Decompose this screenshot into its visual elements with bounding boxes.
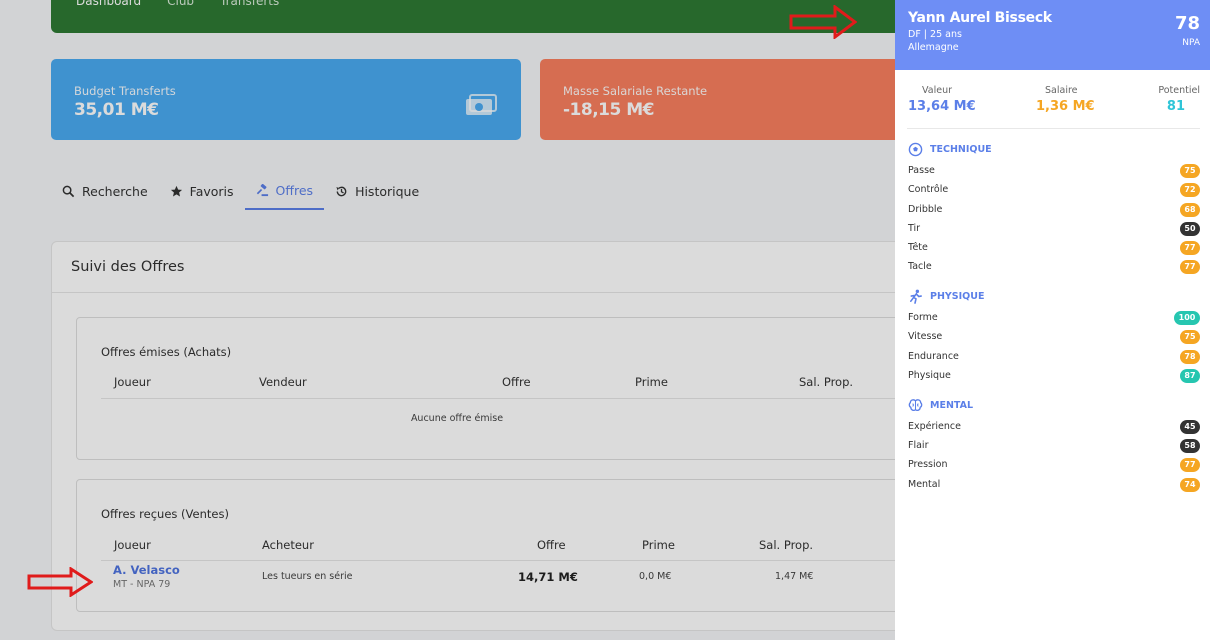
attr-vitesse: Vitesse 75 <box>908 329 1200 345</box>
section-mental: MENTAL <box>908 398 973 413</box>
attr-value: 72 <box>1180 183 1200 197</box>
attr-tete: Tête 77 <box>908 240 1200 256</box>
attr-dribble: Dribble 68 <box>908 202 1200 218</box>
npa-label: NPA <box>1182 38 1200 48</box>
valeur-label: Valeur <box>922 85 952 96</box>
potentiel-value: 81 <box>1166 99 1185 114</box>
section-title: MENTAL <box>930 400 974 411</box>
attr-value: 77 <box>1180 241 1200 255</box>
attr-passe: Passe 75 <box>908 163 1200 179</box>
attr-flair: Flair 58 <box>908 438 1200 454</box>
attr-value: 78 <box>1180 350 1200 364</box>
player-npa: 78 <box>1174 13 1200 34</box>
attr-label: Tir <box>908 223 921 234</box>
attr-label: Flair <box>908 440 929 451</box>
attr-value: 74 <box>1180 478 1200 492</box>
arrow-annotation-icon <box>27 567 93 597</box>
player-country: Allemagne <box>908 42 959 53</box>
attr-label: Contrôle <box>908 184 949 195</box>
attr-label: Dribble <box>908 204 943 215</box>
divider <box>907 128 1200 129</box>
attr-label: Physique <box>908 370 951 381</box>
section-physique: PHYSIQUE <box>908 289 984 304</box>
attr-endurance: Endurance 78 <box>908 349 1200 365</box>
salaire-label: Salaire <box>1045 85 1078 96</box>
attr-mental: Mental 74 <box>908 477 1200 493</box>
player-position-age: DF | 25 ans <box>908 29 962 40</box>
attr-value: 68 <box>1180 203 1200 217</box>
attr-forme: Forme 100 <box>908 310 1200 326</box>
attr-label: Forme <box>908 312 938 323</box>
attr-value: 77 <box>1180 458 1200 472</box>
modal-backdrop[interactable] <box>0 0 895 640</box>
attr-label: Endurance <box>908 351 959 362</box>
attr-value: 58 <box>1180 439 1200 453</box>
section-title: TECHNIQUE <box>930 144 992 155</box>
attr-value: 77 <box>1180 260 1200 274</box>
section-title: PHYSIQUE <box>930 291 985 302</box>
attr-physique: Physique 87 <box>908 368 1200 384</box>
main-area: Dashboard Club Transferts Budget Transfe… <box>0 0 895 640</box>
attr-value: 87 <box>1180 369 1200 383</box>
player-header: Yann Aurel Bisseck DF | 25 ans Allemagne… <box>895 0 1210 70</box>
attr-value: 50 <box>1180 222 1200 236</box>
attr-controle: Contrôle 72 <box>908 182 1200 198</box>
running-icon <box>910 289 922 304</box>
brain-icon <box>908 399 923 411</box>
attr-pression: Pression 77 <box>908 457 1200 473</box>
attr-label: Vitesse <box>908 331 943 342</box>
attr-label: Expérience <box>908 421 961 432</box>
valeur-value: 13,64 M€ <box>908 99 976 114</box>
soccer-ball-icon <box>908 142 923 157</box>
attr-tacle: Tacle 77 <box>908 259 1200 275</box>
attr-value: 75 <box>1180 330 1200 344</box>
attr-value: 100 <box>1174 311 1200 325</box>
attr-label: Tacle <box>908 261 932 272</box>
attr-value: 75 <box>1180 164 1200 178</box>
attr-label: Mental <box>908 479 941 490</box>
attr-label: Tête <box>908 242 928 253</box>
arrow-annotation-icon <box>789 5 857 39</box>
attr-value: 45 <box>1180 420 1200 434</box>
attr-label: Pression <box>908 459 948 470</box>
attr-experience: Expérience 45 <box>908 419 1200 435</box>
attr-label: Passe <box>908 165 935 176</box>
player-detail-panel: Yann Aurel Bisseck DF | 25 ans Allemagne… <box>895 0 1210 640</box>
player-name: Yann Aurel Bisseck <box>908 10 1052 26</box>
section-technique: TECHNIQUE <box>908 142 992 157</box>
attr-tir: Tir 50 <box>908 221 1200 237</box>
potentiel-label: Potentiel <box>1158 85 1200 96</box>
salaire-value: 1,36 M€ <box>1036 99 1095 114</box>
